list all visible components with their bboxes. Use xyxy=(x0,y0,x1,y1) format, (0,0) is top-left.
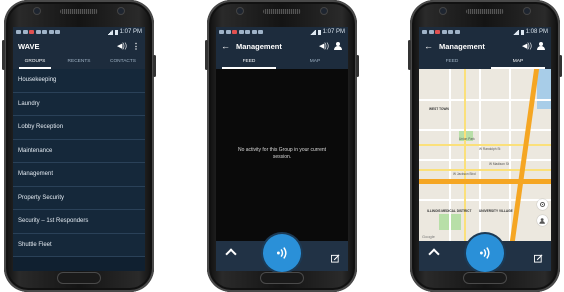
tab-feed[interactable]: FEED xyxy=(216,55,282,69)
tab-feed[interactable]: FEED xyxy=(419,55,485,69)
arterial-road xyxy=(419,169,551,171)
app-screenshots: 1:07 PM WAVE ◀)) ⋮ GROUPS RECENTS CONTAC… xyxy=(0,0,564,292)
push-to-talk-icon[interactable] xyxy=(263,234,301,272)
status-bar: 1:08 PM xyxy=(419,27,551,37)
battery-icon xyxy=(520,29,524,35)
tab-contacts[interactable]: CONTACTS xyxy=(101,55,145,69)
home-button[interactable] xyxy=(57,272,101,284)
earpiece xyxy=(466,9,504,14)
group-item-maintenance[interactable]: Maintenance xyxy=(13,140,145,163)
street xyxy=(419,129,551,131)
tab-bar: GROUPS RECENTS CONTACTS xyxy=(13,55,145,69)
sensor xyxy=(321,8,327,14)
speaker-icon[interactable]: ◀)) xyxy=(117,42,127,50)
street xyxy=(449,69,451,241)
map-label: W Randolph St xyxy=(479,147,501,151)
group-item-housekeeping[interactable]: Housekeeping xyxy=(13,69,145,93)
notification-icons xyxy=(219,30,263,34)
status-time: 1:07 PM xyxy=(119,29,142,35)
empty-feed-message: No activity for this Group in your curre… xyxy=(237,147,327,160)
chevron-up-icon[interactable] xyxy=(428,248,440,260)
tab-bar: FEED MAP xyxy=(216,55,348,69)
speaker-icon[interactable]: ◀)) xyxy=(319,42,329,50)
group-item-property-security[interactable]: Property Security xyxy=(13,187,145,210)
sensor xyxy=(118,8,124,14)
speaker-icon[interactable]: ◀)) xyxy=(522,42,532,50)
status-bar: 1:07 PM xyxy=(13,27,145,37)
screen: 1:07 PM WAVE ◀)) ⋮ GROUPS RECENTS CONTAC… xyxy=(13,27,145,271)
tab-recents[interactable]: RECENTS xyxy=(57,55,101,69)
more-vertical-icon[interactable]: ⋮ xyxy=(132,42,140,51)
group-item-management[interactable]: Management xyxy=(13,163,145,187)
expressway xyxy=(509,69,540,241)
expressway xyxy=(419,179,551,184)
arterial-road xyxy=(464,69,466,241)
chevron-up-icon[interactable] xyxy=(225,248,237,260)
map-view[interactable]: WEST TOWN Union Park W Randolph St W Jac… xyxy=(419,69,551,241)
app-bar: WAVE ◀)) ⋮ xyxy=(13,37,145,55)
tab-map[interactable]: MAP xyxy=(282,55,348,69)
arterial-road xyxy=(419,144,551,146)
notification-icons xyxy=(422,30,460,34)
back-arrow-icon[interactable]: ← xyxy=(424,41,433,51)
signal-icon xyxy=(106,29,113,35)
map-label: UNIVERSITY VILLAGE xyxy=(479,209,513,213)
street xyxy=(419,199,551,201)
notification-icons xyxy=(16,30,60,34)
push-to-talk-icon[interactable] xyxy=(466,234,504,272)
map-label: WEST TOWN xyxy=(429,107,449,111)
battery-icon xyxy=(317,29,321,35)
add-person-icon[interactable] xyxy=(537,42,546,50)
street xyxy=(479,69,481,241)
group-title: Management xyxy=(236,41,282,51)
status-time: 1:08 PM xyxy=(525,29,548,35)
add-person-icon[interactable] xyxy=(334,42,343,50)
phone-groups: 1:07 PM WAVE ◀)) ⋮ GROUPS RECENTS CONTAC… xyxy=(2,0,156,292)
battery-icon xyxy=(114,29,118,35)
group-list: Housekeeping Laundry Lobby Reception Mai… xyxy=(13,69,145,257)
group-item-lobby-reception[interactable]: Lobby Reception xyxy=(13,116,145,140)
compose-icon[interactable] xyxy=(534,250,543,263)
compose-icon[interactable] xyxy=(331,250,340,263)
feed-panel: No activity for this Group in your curre… xyxy=(216,69,348,241)
map-label: Union Park xyxy=(459,137,475,141)
street xyxy=(419,159,551,161)
front-camera xyxy=(440,8,446,14)
front-camera xyxy=(237,8,243,14)
home-button[interactable] xyxy=(260,272,304,284)
group-title: Management xyxy=(439,41,485,51)
back-arrow-icon[interactable]: ← xyxy=(221,41,230,51)
status-time: 1:07 PM xyxy=(322,29,345,35)
river xyxy=(537,69,551,109)
signal-icon xyxy=(512,29,519,35)
sensor xyxy=(524,8,530,14)
phone-feed: 1:07 PM ← Management ◀)) FEED MAP No act… xyxy=(205,0,359,292)
members-icon[interactable] xyxy=(537,215,548,226)
phone-map: 1:08 PM ← Management ◀)) FEED MAP WEST T… xyxy=(408,0,562,292)
street xyxy=(509,69,511,241)
tab-bar: FEED MAP xyxy=(419,55,551,69)
my-location-icon[interactable] xyxy=(537,199,548,210)
group-item-security-1st-responders[interactable]: Security – 1st Responders xyxy=(13,210,145,234)
app-title: WAVE xyxy=(18,41,40,51)
status-bar: 1:07 PM xyxy=(216,27,348,37)
earpiece xyxy=(263,9,301,14)
tab-map[interactable]: MAP xyxy=(485,55,551,69)
signal-icon xyxy=(309,29,316,35)
earpiece xyxy=(60,9,98,14)
app-bar: ← Management ◀)) xyxy=(419,37,551,55)
google-logo: Google xyxy=(422,234,435,239)
map-label: W Madison St xyxy=(489,162,509,166)
front-camera xyxy=(34,8,40,14)
map-label: ILLINOIS MEDICAL DISTRICT xyxy=(427,209,472,213)
app-bar: ← Management ◀)) xyxy=(216,37,348,55)
tab-groups[interactable]: GROUPS xyxy=(13,55,57,69)
map-label: W Jackson Blvd xyxy=(453,172,476,176)
home-button[interactable] xyxy=(463,272,507,284)
group-item-shuttle-fleet[interactable]: Shuttle Fleet xyxy=(13,234,145,257)
group-item-laundry[interactable]: Laundry xyxy=(13,93,145,116)
